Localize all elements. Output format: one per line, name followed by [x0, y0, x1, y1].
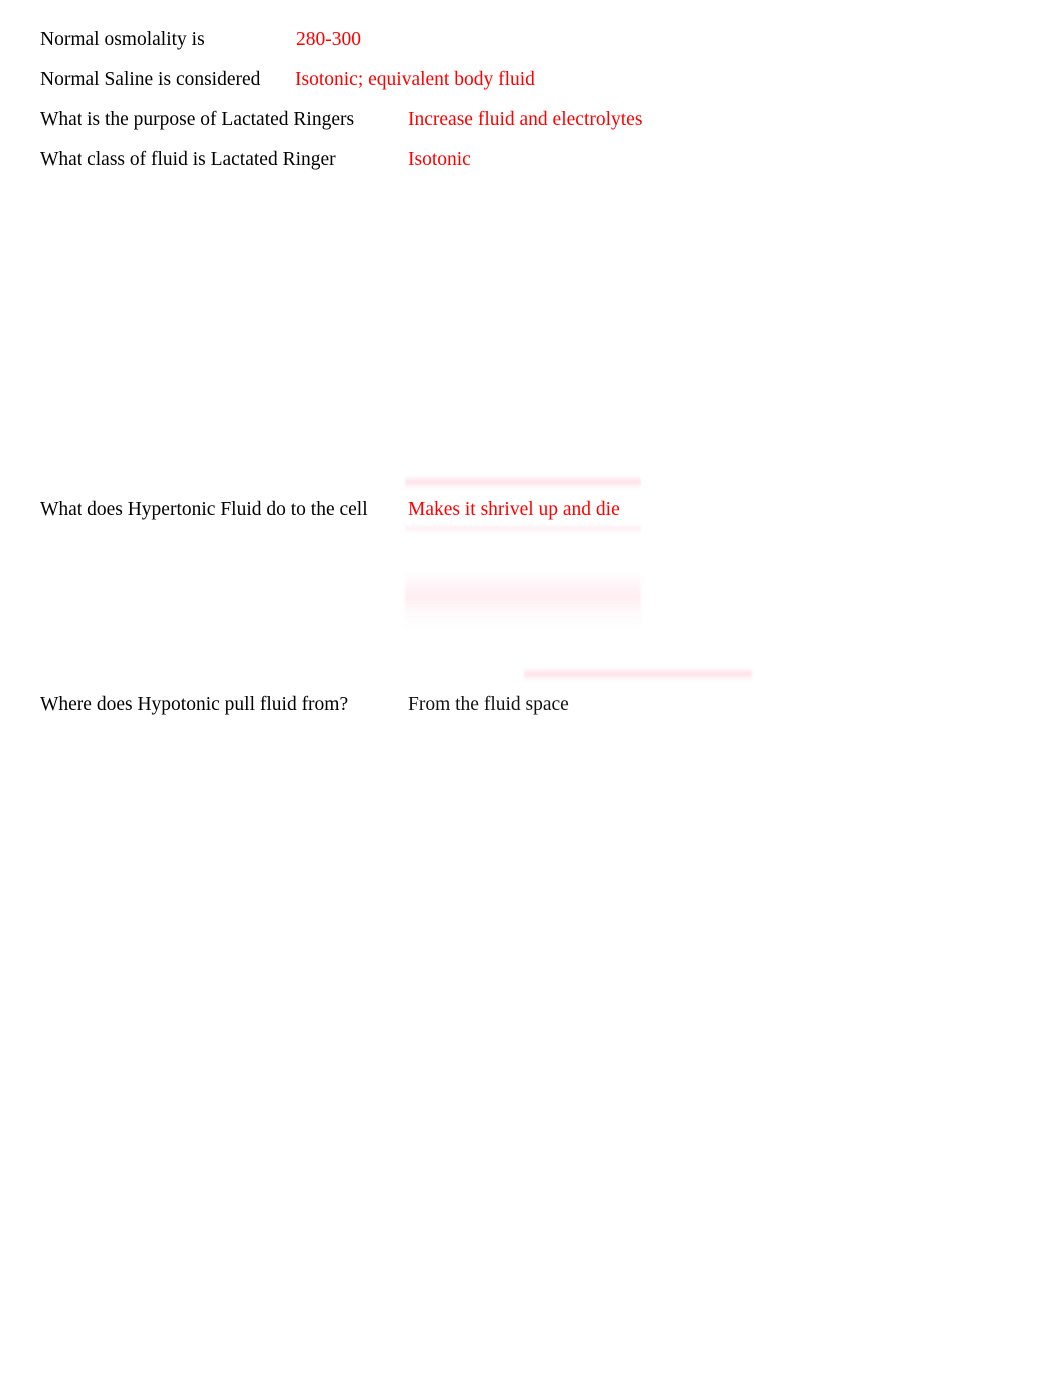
ghost-artifact-band-3 — [405, 570, 641, 630]
answer-text: Isotonic — [408, 149, 471, 170]
answer-text: Makes it shrivel up and die — [408, 499, 620, 520]
question-text: What is the purpose of Lactated Ringers — [40, 109, 355, 130]
document-page: Normal osmolality is 280-300 Normal Sali… — [0, 0, 1062, 1377]
ghost-artifact-band-4 — [524, 668, 752, 682]
answer-text: 280-300 — [296, 29, 361, 50]
ghost-artifact-band-2 — [405, 524, 641, 534]
ghost-artifact-band-1 — [405, 476, 641, 490]
question-text: Where does Hypotonic pull fluid from? — [40, 694, 349, 715]
answer-text: Increase fluid and electrolytes — [408, 109, 643, 130]
answer-text: Isotonic; equivalent body fluid — [295, 69, 535, 90]
answer-text: From the fluid space — [408, 694, 569, 715]
question-text: Normal osmolality is — [40, 29, 205, 50]
question-text: Normal Saline is considered — [40, 69, 261, 90]
question-text: What class of fluid is Lactated Ringer — [40, 149, 336, 170]
question-text: What does Hypertonic Fluid do to the cel… — [40, 499, 368, 520]
